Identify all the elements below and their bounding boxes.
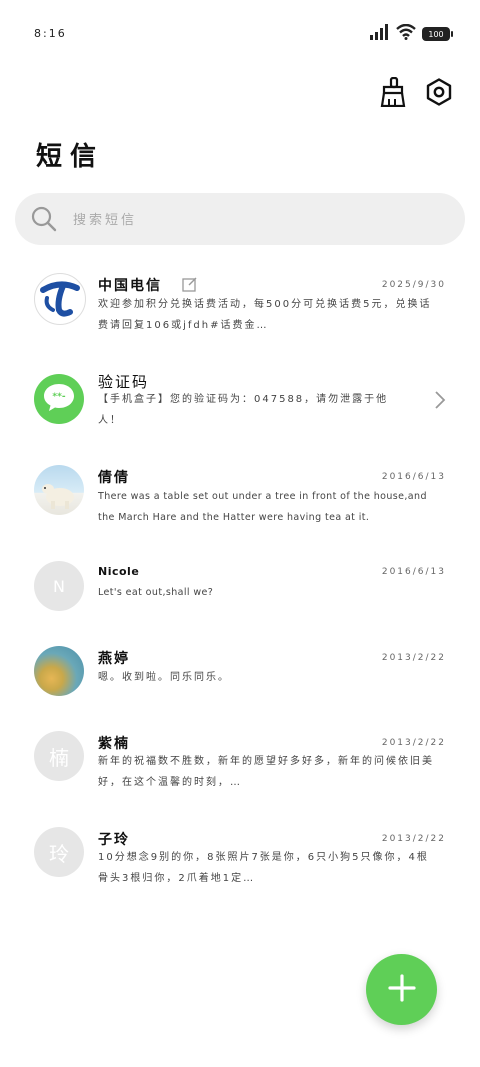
contact-name: 紫楠 (98, 736, 130, 752)
conversation-item[interactable]: 中国电信 2025/9/30 欢迎参加积分兑换话费活动，每500分可兑换话费5元… (0, 265, 480, 345)
plus-icon (387, 973, 416, 1006)
edit-icon (182, 276, 198, 296)
message-date: 2025/9/30 (381, 280, 446, 290)
search-bar[interactable] (15, 193, 465, 247)
settings-icon (425, 78, 453, 110)
message-preview: There was a table set out under a tree i… (98, 491, 427, 523)
avatar (34, 273, 86, 325)
contact-name: 倩倩 (98, 470, 130, 486)
chat-bubble-icon: **- (42, 382, 76, 416)
contact-name: Nicole (98, 565, 140, 578)
message-date: 2016/6/13 (381, 567, 446, 577)
message-preview: 新年的祝福数不胜数，新年的愿望好多好多，新年的问候依旧美好，在这个温馨的时刻，… (98, 756, 434, 788)
conversation-item[interactable]: 玲 子玲 2013/2/22 10分想念9别的你，8张照片7张是你，6只小狗5只… (0, 826, 480, 906)
top-actions (378, 76, 454, 111)
conversation-item[interactable]: 楠 紫楠 2013/2/22 新年的祝福数不胜数，新年的愿望好多好多，新年的问候… (0, 730, 480, 810)
message-preview: 【手机盒子】您的验证码为：047588，请勿泄露于他人！ (98, 394, 389, 426)
page-title: 短信 (36, 142, 105, 172)
status-time: 8:16 (34, 27, 67, 40)
avatar: 楠 (34, 731, 84, 781)
contact-name: 中国电信 (98, 278, 162, 294)
clean-button[interactable] (378, 76, 408, 111)
contact-name: 子玲 (98, 832, 130, 848)
search-input[interactable] (71, 193, 445, 247)
message-date: 2013/2/22 (381, 653, 446, 663)
settings-button[interactable] (424, 78, 454, 110)
message-date: 2013/2/22 (381, 738, 446, 748)
message-date: 2016/6/13 (381, 472, 446, 482)
chevron-right-icon (434, 390, 446, 414)
wifi-icon (396, 23, 416, 44)
svg-text:**-: **- (52, 392, 65, 402)
contact-name: 燕婷 (98, 651, 130, 667)
search-icon (31, 206, 57, 236)
new-message-button[interactable] (366, 954, 437, 1025)
polar-bear-image (42, 484, 74, 509)
avatar: 玲 (34, 827, 84, 877)
status-icons: 100 (370, 23, 453, 44)
conversation-item[interactable]: 倩倩 2016/6/13 There was a table set out u… (0, 460, 480, 540)
avatar (34, 646, 84, 696)
conversation-item[interactable]: N Nicole 2016/6/13 Let's eat out,shall w… (0, 560, 480, 620)
message-preview: 欢迎参加积分兑换话费活动，每500分可兑换话费5元，兑换话费请回复106或jfd… (98, 299, 432, 331)
message-date: 2013/2/22 (381, 834, 446, 844)
message-preview: 嗯。收到啦。同乐同乐。 (98, 672, 230, 683)
message-preview: 10分想念9别的你，8张照片7张是你，6只小狗5只像你，4根骨头3根归你，2爪着… (98, 852, 429, 884)
conversation-item[interactable]: **- 验证码 【手机盒子】您的验证码为：047588，请勿泄露于他人！ (0, 370, 480, 450)
signal-icon (370, 24, 390, 44)
avatar: N (34, 561, 84, 611)
avatar (34, 465, 84, 515)
message-preview: Let's eat out,shall we? (98, 587, 214, 598)
battery-icon: 100 (422, 27, 453, 41)
telecom-logo-icon (40, 281, 80, 317)
conversation-item[interactable]: 燕婷 2013/2/22 嗯。收到啦。同乐同乐。 (0, 645, 480, 705)
avatar: **- (34, 374, 84, 424)
brush-icon (380, 76, 406, 111)
status-bar: 8:16 100 (0, 0, 480, 66)
